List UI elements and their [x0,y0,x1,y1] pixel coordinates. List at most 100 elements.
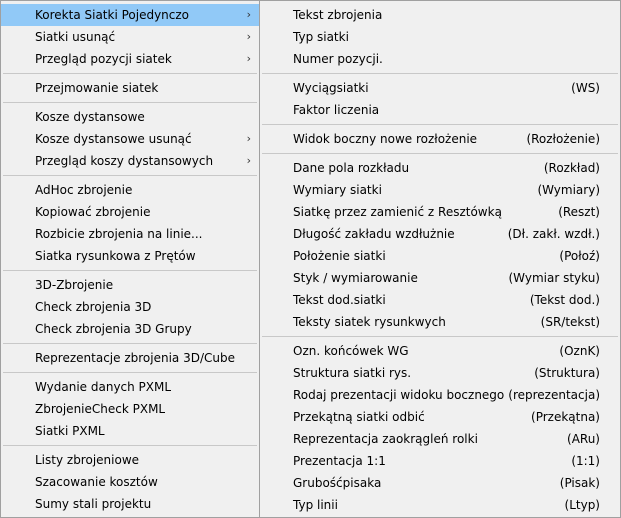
menu-item-shortcut: (OznK) [559,344,600,358]
menu-item-dane-pola-rozkladu[interactable]: Dane pola rozkładu (Rozkład) [260,157,620,179]
menu-item-label: Styk / wymiarowanie [293,271,418,285]
menu-item-prezentacja-1-1[interactable]: Prezentacja 1:1 (1:1) [260,450,620,472]
menu-item-gruboscpisaka[interactable]: Grubośćpisaka (Pisak) [260,472,620,494]
menu-item-shortcut: (SR/tekst) [540,315,600,329]
menu-separator [3,270,257,271]
menu-item-label: Typ siatki [293,30,349,44]
menu-item-faktor-liczenia[interactable]: Faktor liczenia [260,99,620,121]
menu-item-sumy-stali-projektu[interactable]: Sumy stali projektu [1,493,259,515]
menu-item-wymiary-siatki[interactable]: Wymiary siatki (Wymiary) [260,179,620,201]
menu-item-shortcut: (Rozłożenie) [526,132,600,146]
menu-item-numer-pozycji[interactable]: Numer pozycji. [260,48,620,70]
menu-item-reprezentacje-zbrojenia-3d-cube[interactable]: Reprezentacje zbrojenia 3D/Cube [1,347,259,369]
menu-item-typ-siatki[interactable]: Typ siatki [260,26,620,48]
menu-item-shortcut: (Rozkład) [543,161,600,175]
menu-item-zbrojeniecheck-pxml[interactable]: ZbrojenieCheck PXML [1,398,259,420]
menu-item-label: Tekst zbrojenia [293,8,383,22]
menu-item-shortcut: (Przekątna) [531,410,600,424]
menu-item-label: Siatkę przez zamienić z Resztówką [293,205,502,219]
menu-item-label: Faktor liczenia [293,103,380,117]
menu-item-korekta-siatki-pojedynczo[interactable]: Korekta Siatki Pojedynczo › [1,4,259,26]
menu-item-label: Sumy stali projektu [35,497,152,511]
menu-item-label: Widok boczny nowe rozłożenie [293,132,478,146]
menu-item-label: Wyciągsiatki [293,81,369,95]
menu-item-rozbicie-zbrojenia-na-linie[interactable]: Rozbicie zbrojenia na linie... [1,223,259,245]
menu-item-label: Przejmowanie siatek [35,81,159,95]
menu-item-label: Teksty siatek rysunkwych [293,315,446,329]
menu-item-widok-boczny-nowe-rozlozenie[interactable]: Widok boczny nowe rozłożenie (Rozłożenie) [260,128,620,150]
menu-separator [262,336,618,337]
menu-separator [3,372,257,373]
menu-item-label: Rodaj prezentacji widoku bocznego [293,388,505,402]
chevron-right-icon: › [246,132,251,145]
menu-item-label: Przegląd koszy dystansowych [35,154,214,168]
menu-item-wydanie-danych-pxml[interactable]: Wydanie danych PXML [1,376,259,398]
chevron-right-icon: › [246,154,251,167]
menu-item-label: Reprezentacje zbrojenia 3D/Cube [35,351,235,365]
menu-separator [3,343,257,344]
menu-item-shortcut: (ARu) [567,432,600,446]
menu-item-label: Reprezentacja zaokrągleń rolki [293,432,478,446]
menu-item-3d-zbrojenie[interactable]: 3D-Zbrojenie [1,274,259,296]
menu-item-shortcut: (Tekst dod.) [529,293,600,307]
menu-item-tekst-dod-siatki[interactable]: Tekst dod.siatki (Tekst dod.) [260,289,620,311]
menu-item-label: Kopiować zbrojenie [35,205,151,219]
menu-item-label: Prezentacja 1:1 [293,454,386,468]
chevron-right-icon: › [246,52,251,65]
menu-item-label: Kosze dystansowe [35,110,145,124]
menu-item-siatke-przez-zamienic-z-resztowka[interactable]: Siatkę przez zamienić z Resztówką (Reszt) [260,201,620,223]
submenu-list: Tekst zbrojenia Typ siatki Numer pozycji. W… [260,1,620,516]
menu-item-label: AdHoc zbrojenie [35,183,133,197]
menu-item-label: Siatki PXML [35,424,105,438]
menu-item-struktura-siatki-rys[interactable]: Struktura siatki rys. (Struktura) [260,362,620,384]
menu-item-shortcut: (Połoź) [559,249,600,263]
menu-item-siatki-usunac[interactable]: Siatki usunąć › [1,26,259,48]
menu-item-siatki-pxml[interactable]: Siatki PXML [1,420,259,442]
menu-item-szacowanie-kosztow[interactable]: Szacowanie kosztów [1,471,259,493]
menu-item-shortcut: (Struktura) [534,366,600,380]
menu-item-wyciagsiatki[interactable]: Wyciągsiatki (WS) [260,77,620,99]
menu-item-check-zbrojenia-3d[interactable]: Check zbrojenia 3D [1,296,259,318]
menu-item-przeglad-koszy-dystansowych[interactable]: Przegląd koszy dystansowych › [1,150,259,172]
menu-item-styk-wymiarowanie[interactable]: Styk / wymiarowanie (Wymiar styku) [260,267,620,289]
menu-separator [262,124,618,125]
submenu-korekta-siatki: Tekst zbrojenia Typ siatki Numer pozycji. W… [259,0,621,518]
menu-item-tekst-zbrojenia[interactable]: Tekst zbrojenia [260,4,620,26]
menu-item-reprezentacja-zaokraglen-rolki[interactable]: Reprezentacja zaokrągleń rolki (ARu) [260,428,620,450]
menu-item-dlugosc-zakladu-wzdluznie[interactable]: Długość zakładu wzdłużnie (Dł. zakł. wzdł… [260,223,620,245]
menu-item-siatka-rysunkowa-z-pretow[interactable]: Siatka rysunkowa z Prętów [1,245,259,267]
menu-item-shortcut: (Pisak) [559,476,600,490]
menu-item-shortcut: (Dł. zakł. wzdł.) [507,227,600,241]
menu-item-kopiowac-zbrojenie[interactable]: Kopiować zbrojenie [1,201,259,223]
menu-item-typ-linii[interactable]: Typ linii (Ltyp) [260,494,620,516]
menu-item-shortcut: (reprezentacja) [508,388,600,402]
menu-item-label: Wymiary siatki [293,183,382,197]
menu-item-label: Przekątną siatki odbić [293,410,425,424]
menu-item-label: Siatki usunąć [35,30,116,44]
menu-separator [3,175,257,176]
menu-item-przejmowanie-siatek[interactable]: Przejmowanie siatek [1,77,259,99]
menu-item-label: Check zbrojenia 3D [35,300,152,314]
menu-item-ozn-koncowek-wg[interactable]: Ozn. końcówek WG (OznK) [260,340,620,362]
menu-item-label: Kosze dystansowe usunąć [35,132,192,146]
menu-item-label: Tekst dod.siatki [293,293,386,307]
menu-item-label: Wydanie danych PXML [35,380,172,394]
menu-separator [262,73,618,74]
menu-separator [3,102,257,103]
menu-item-teksty-siatek-rysunkwych[interactable]: Teksty siatek rysunkwych (SR/tekst) [260,311,620,333]
menu-item-polozenie-siatki[interactable]: Położenie siatki (Połoź) [260,245,620,267]
menu-item-label: Listy zbrojeniowe [35,453,140,467]
menu-item-listy-zbrojeniowe[interactable]: Listy zbrojeniowe [1,449,259,471]
menu-item-rodaj-prezentacji-widoku-bocznego[interactable]: Rodaj prezentacji widoku bocznego (reprez… [260,384,620,406]
menu-item-przekatna-siatki-odbic[interactable]: Przekątną siatki odbić (Przekątna) [260,406,620,428]
chevron-right-icon: › [246,30,251,43]
menu-item-label: Numer pozycji. [293,52,383,66]
menu-item-przeglad-pozycji-siatek[interactable]: Przegląd pozycji siatek › [1,48,259,70]
menu-item-check-zbrojenia-3d-grupy[interactable]: Check zbrojenia 3D Grupy [1,318,259,340]
menu-item-kosze-dystansowe-usunac[interactable]: Kosze dystansowe usunąć › [1,128,259,150]
menu-item-adhoc-zbrojenie[interactable]: AdHoc zbrojenie [1,179,259,201]
menu-item-label: 3D-Zbrojenie [35,278,114,292]
menu-item-kosze-dystansowe[interactable]: Kosze dystansowe [1,106,259,128]
menu-separator [3,445,257,446]
menu-item-shortcut: (WS) [571,81,600,95]
